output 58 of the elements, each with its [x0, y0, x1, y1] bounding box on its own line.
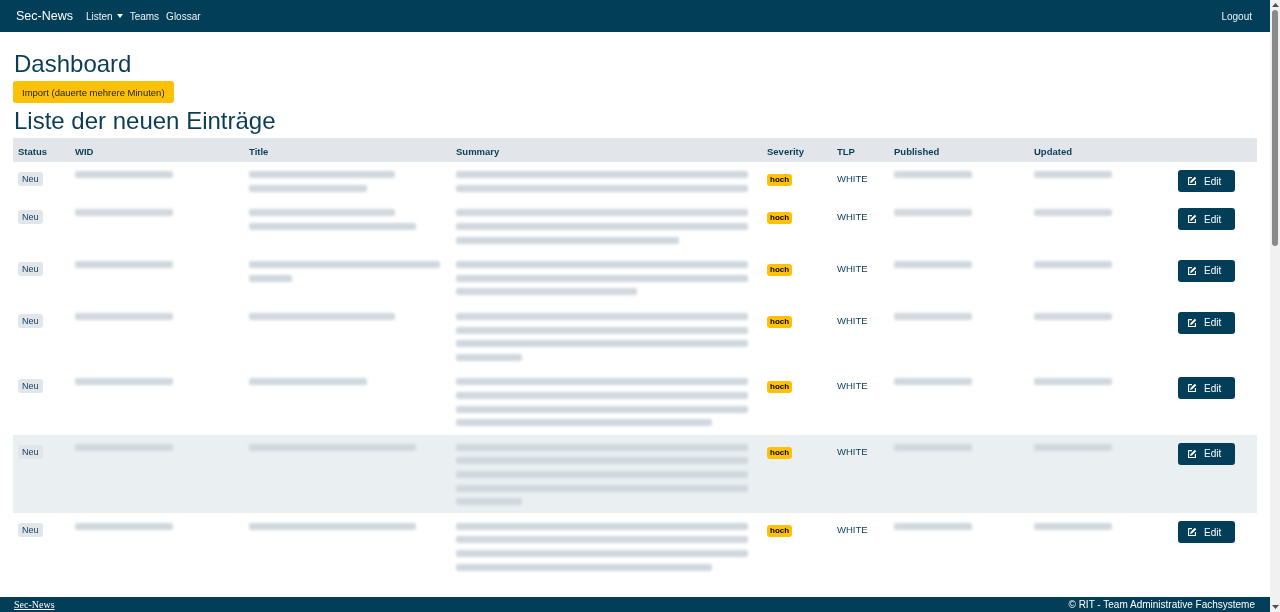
dropdown-menu-link[interactable]: Listen: [85, 10, 123, 22]
tlp-text: WHITE: [837, 445, 868, 458]
edit-icon: [1187, 527, 1197, 538]
nav-link[interactable]: Teams: [129, 10, 160, 22]
column-header: WID: [75, 146, 94, 157]
footer-link[interactable]: Sec-News: [14, 599, 55, 610]
tlp-text: WHITE: [837, 262, 868, 275]
column-header: Title: [249, 146, 269, 157]
scroll-up-arrow-icon: [1271, 3, 1279, 7]
edit-icon: [1187, 383, 1197, 394]
severity-badge: hoch: [767, 263, 793, 276]
severity-badge: hoch: [767, 446, 793, 459]
edit-icon: [1187, 176, 1197, 186]
status-badge: Neu: [18, 210, 43, 225]
caret-icon: [116, 14, 123, 18]
edit-icon: [1187, 317, 1197, 328]
severity-badge: hoch: [767, 174, 793, 186]
section-title: Liste der neuen Einträge: [14, 106, 277, 135]
copyright-text: © RIT - Team Administrative Fachsysteme: [1068, 599, 1255, 610]
edit-icon: [1187, 265, 1197, 276]
column-header: Published: [894, 146, 940, 157]
edit-button[interactable]: Edit: [1178, 311, 1236, 334]
scrollbar-thumb[interactable]: [1272, 10, 1278, 246]
nav-link[interactable]: Glossar: [166, 10, 201, 22]
severity-badge: hoch: [767, 212, 793, 225]
status-badge: Neu: [18, 379, 43, 394]
tlp-text: WHITE: [837, 314, 868, 327]
brand-link[interactable]: Sec-News: [16, 9, 73, 23]
logout-link[interactable]: Logout: [1221, 10, 1252, 22]
tlp-text: WHITE: [837, 211, 868, 224]
scroll-down-arrow-icon: [1271, 605, 1279, 609]
edit-button[interactable]: Edit: [1178, 521, 1236, 544]
column-header: Status: [18, 146, 48, 157]
status-badge: Neu: [18, 523, 43, 538]
tlp-text: WHITE: [837, 524, 868, 537]
column-header: TLP: [837, 146, 855, 157]
column-header: Severity: [767, 146, 804, 157]
tlp-text: WHITE: [837, 380, 868, 393]
edit-button[interactable]: Edit: [1178, 442, 1236, 465]
edit-button[interactable]: Edit: [1178, 377, 1236, 400]
edit-button[interactable]: Edit: [1178, 208, 1236, 231]
scrollbar[interactable]: [1270, 0, 1280, 612]
severity-badge: hoch: [767, 381, 793, 394]
status-badge: Neu: [18, 172, 43, 186]
import-button[interactable]: Import (dauerte mehrere Minuten): [13, 81, 174, 103]
column-header: Updated: [1034, 146, 1072, 157]
column-header: Summary: [456, 146, 500, 157]
status-badge: Neu: [18, 313, 43, 328]
status-badge: Neu: [18, 261, 43, 276]
page-title: Dashboard: [14, 49, 133, 78]
edit-button[interactable]: Edit: [1178, 170, 1236, 192]
edit-icon: [1187, 214, 1197, 225]
edit-icon: [1187, 448, 1197, 459]
edit-button[interactable]: Edit: [1178, 259, 1236, 282]
status-badge: Neu: [18, 444, 43, 459]
severity-badge: hoch: [767, 525, 793, 538]
severity-badge: hoch: [767, 315, 793, 328]
tlp-text: WHITE: [837, 173, 868, 185]
